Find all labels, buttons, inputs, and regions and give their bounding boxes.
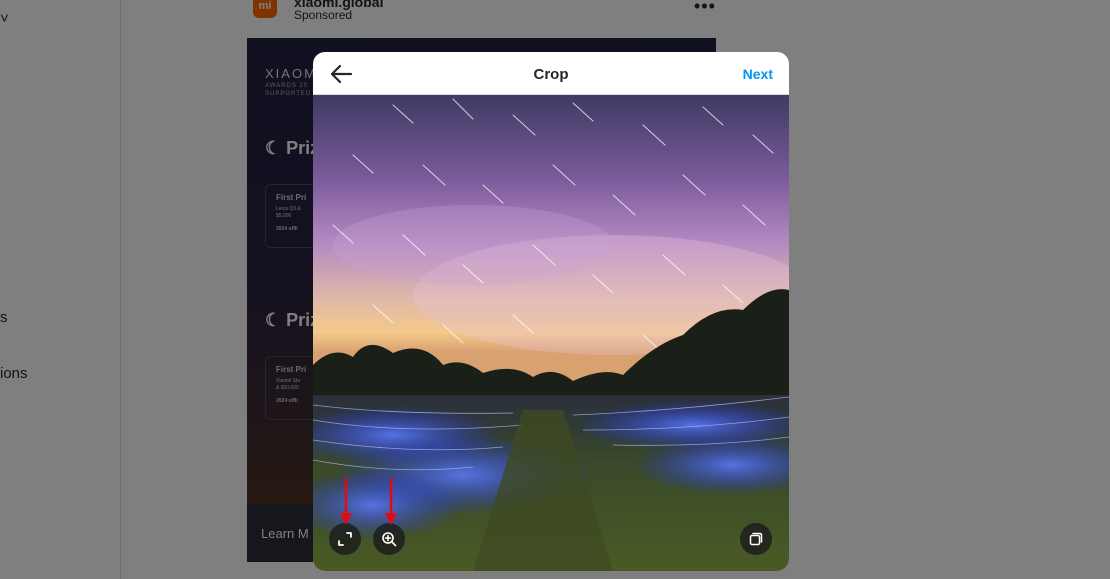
next-button[interactable]: Next bbox=[743, 66, 773, 82]
expand-icon bbox=[338, 532, 352, 546]
modal-title: Crop bbox=[533, 66, 569, 83]
annotation-arrow-icon bbox=[340, 478, 352, 525]
crop-image-area[interactable] bbox=[313, 95, 789, 571]
crop-modal: Crop Next bbox=[313, 52, 789, 571]
aspect-ratio-button[interactable] bbox=[329, 523, 361, 555]
open-gallery-button[interactable] bbox=[740, 523, 772, 555]
annotation-arrow-icon bbox=[385, 478, 397, 525]
zoom-button[interactable] bbox=[373, 523, 405, 555]
multiple-pages-icon bbox=[749, 532, 763, 546]
modal-header: Crop Next bbox=[313, 52, 789, 95]
zoom-in-icon bbox=[382, 532, 397, 547]
